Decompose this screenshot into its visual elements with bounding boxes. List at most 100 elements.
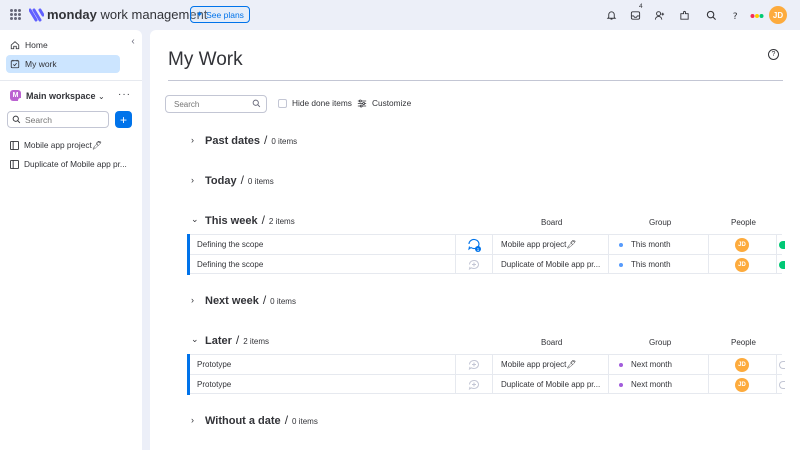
section-next-week[interactable]: Next week / 0 items — [205, 293, 296, 309]
item-name[interactable]: Prototype — [197, 380, 231, 389]
person-avatar[interactable]: JD — [735, 258, 749, 272]
board-label: Duplicate of Mobile app pr... — [24, 159, 127, 169]
section-title: This week — [205, 215, 258, 227]
workspace-badge: M — [10, 90, 23, 103]
sidebar-board-item[interactable]: Duplicate of Mobile app pr... — [10, 156, 127, 172]
apps-puzzle-icon[interactable] — [676, 7, 692, 23]
invite-members-icon[interactable] — [651, 7, 667, 23]
status-cell-edge[interactable] — [779, 261, 785, 269]
sidebar-item-home[interactable]: Home — [6, 36, 120, 54]
chevron-down-icon[interactable]: ⌄ — [191, 334, 199, 344]
person-avatar[interactable]: JD — [735, 378, 749, 392]
search-input[interactable] — [174, 99, 248, 109]
svg-text:?: ? — [732, 11, 737, 21]
board-link[interactable]: Mobile app project🖊 — [501, 240, 577, 249]
section-today[interactable]: Today / 0 items — [205, 173, 274, 189]
table-row[interactable]: Prototype Duplicate of Mobile app pr... … — [187, 374, 785, 395]
hide-done-toggle[interactable]: Hide done items — [278, 98, 352, 108]
apps-grid-icon[interactable] — [10, 9, 21, 20]
status-cell-edge[interactable] — [779, 361, 785, 369]
section-count: 0 items — [270, 297, 296, 306]
cell-divider — [708, 255, 709, 274]
user-avatar[interactable]: JD — [769, 6, 787, 24]
chevron-right-icon[interactable]: › — [191, 175, 199, 185]
board-icon — [10, 140, 19, 150]
search-icon[interactable] — [703, 7, 719, 23]
cell-divider — [608, 255, 609, 274]
hide-done-checkbox[interactable] — [278, 98, 287, 108]
top-bar: monday work management ✦ See plans 4 ? J… — [0, 0, 800, 30]
board-label: Mobile app project🖊 — [24, 139, 103, 150]
group-label: This month — [631, 240, 671, 249]
section-separator: / — [264, 133, 268, 147]
section-separator: / — [261, 213, 265, 227]
column-header-group: Group — [649, 338, 672, 347]
more-options-icon[interactable]: ··· — [118, 89, 131, 100]
add-update-icon[interactable] — [467, 378, 481, 392]
title-divider — [168, 80, 783, 81]
sidebar-search-input[interactable] — [25, 114, 103, 125]
column-header-people: People — [731, 218, 756, 227]
board-link[interactable]: Duplicate of Mobile app pr... — [501, 260, 600, 269]
sidebar-board-item[interactable]: Mobile app project🖊 — [10, 137, 102, 153]
group-color-dot — [619, 263, 623, 267]
table-row[interactable]: Defining the scope Duplicate of Mobile a… — [187, 254, 785, 275]
section-without-a-date[interactable]: Without a date / 0 items — [205, 413, 318, 429]
section-this-week[interactable]: This week / 2 items — [205, 213, 295, 229]
group-label: This month — [631, 260, 671, 269]
calendar-check-icon — [10, 59, 20, 69]
section-title: Past dates — [205, 135, 261, 147]
board-link[interactable]: Duplicate of Mobile app pr... — [501, 380, 600, 389]
cell-divider — [708, 375, 709, 394]
column-header-board: Board — [541, 338, 563, 347]
board-icon — [10, 159, 19, 169]
collapse-sidebar-icon[interactable]: ‹ — [126, 34, 140, 48]
monday-logo-icon — [29, 8, 44, 22]
help-icon[interactable]: ? — [768, 49, 779, 60]
monday-mark-icon — [749, 7, 765, 23]
board-link[interactable]: Mobile app project🖊 — [501, 360, 577, 369]
add-update-icon[interactable] — [467, 258, 481, 272]
table-row[interactable]: Defining the scope 1 Mobile app project🖊… — [187, 234, 785, 255]
person-avatar[interactable]: JD — [735, 238, 749, 252]
customize-button[interactable]: Customize — [357, 98, 411, 108]
add-update-icon[interactable] — [467, 358, 481, 372]
page-title: My Work — [168, 49, 243, 70]
sidebar: ‹ Home My work M Main workspace ⌄ ··· + … — [0, 30, 142, 450]
person-avatar[interactable]: JD — [735, 358, 749, 372]
section-past-dates[interactable]: Past dates / 0 items — [205, 133, 297, 149]
section-count: 0 items — [271, 137, 298, 146]
group-color-dot — [619, 243, 623, 247]
see-plans-button[interactable]: ✦ See plans — [190, 6, 250, 23]
sidebar-divider — [0, 80, 142, 81]
sidebar-search[interactable] — [7, 111, 109, 128]
chevron-down-icon[interactable]: ⌄ — [98, 92, 105, 101]
sidebar-item-my-work[interactable]: My work — [6, 55, 120, 73]
chevron-right-icon[interactable]: › — [191, 295, 199, 305]
item-name[interactable]: Prototype — [197, 360, 231, 369]
status-cell-edge[interactable] — [779, 381, 785, 389]
table-row[interactable]: Prototype Mobile app project🖊 Next month… — [187, 354, 785, 375]
cell-divider — [608, 355, 609, 374]
workspace-selector[interactable]: M Main workspace — [10, 90, 96, 103]
cell-divider — [708, 235, 709, 254]
cell-divider — [455, 255, 456, 274]
section-separator: / — [240, 173, 244, 187]
notifications-bell-icon[interactable] — [603, 7, 619, 23]
chevron-right-icon[interactable]: › — [191, 135, 199, 145]
update-bubble-icon[interactable]: 1 — [467, 238, 481, 252]
section-later[interactable]: Later / 2 items — [205, 333, 269, 349]
item-name[interactable]: Defining the scope — [197, 240, 263, 249]
cell-divider — [776, 355, 777, 374]
main-content: My Work ? Hide done items Customize › Pa… — [150, 30, 800, 450]
brand-name: monday work management — [47, 7, 208, 22]
my-work-search[interactable] — [165, 95, 267, 113]
group-label: Next month — [631, 360, 672, 369]
chevron-down-icon[interactable]: ⌄ — [191, 214, 199, 224]
add-item-button[interactable]: + — [115, 111, 132, 128]
status-cell-edge[interactable] — [779, 241, 785, 249]
help-icon[interactable]: ? — [727, 7, 743, 23]
section-separator: / — [235, 333, 240, 347]
item-name[interactable]: Defining the scope — [197, 260, 263, 269]
chevron-right-icon[interactable]: › — [191, 415, 199, 425]
